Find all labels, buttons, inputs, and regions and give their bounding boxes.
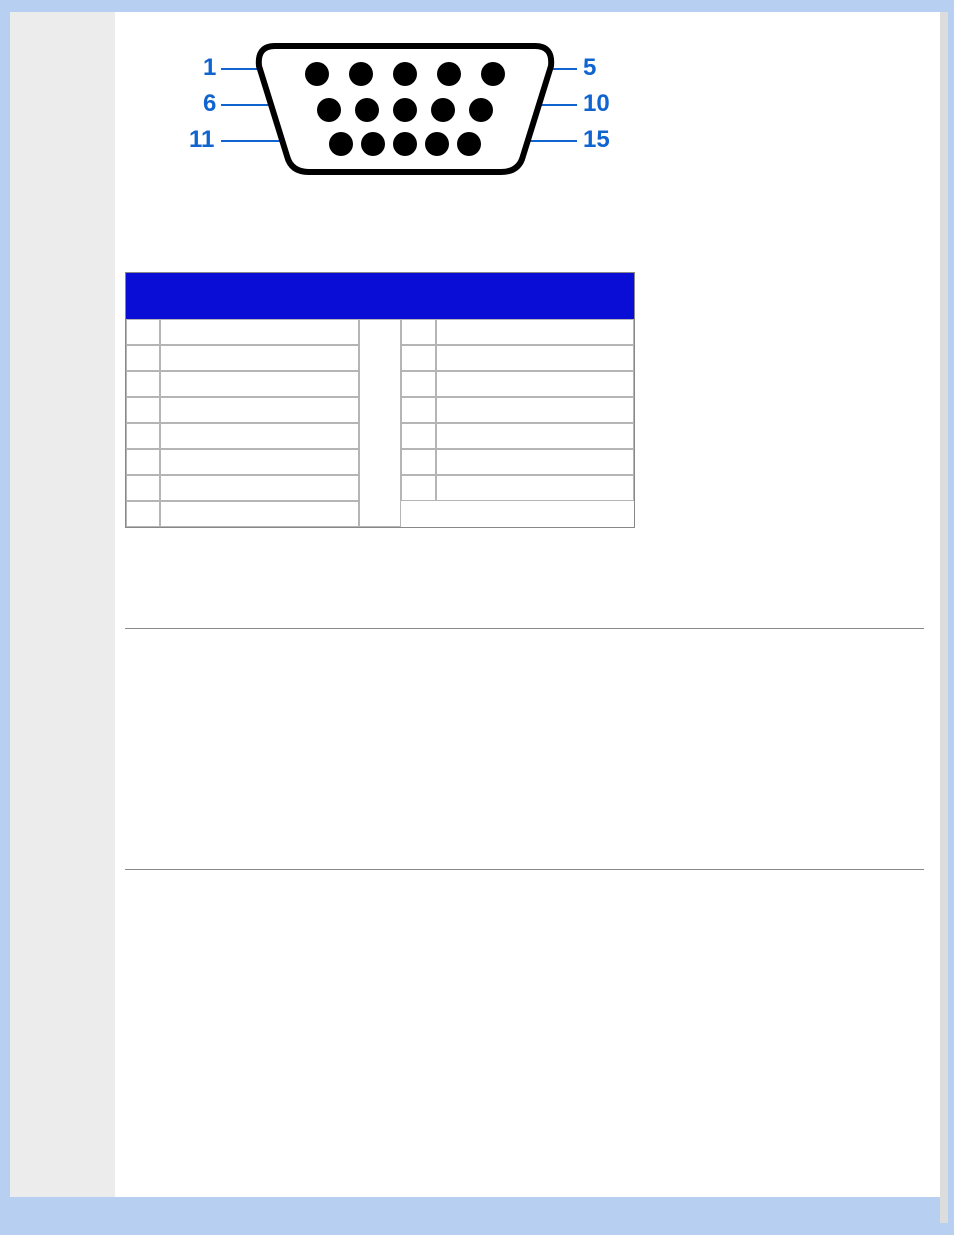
cell-pin	[126, 449, 160, 475]
cell-sig	[160, 319, 358, 345]
cell-sig	[160, 475, 358, 501]
cell-pin2	[401, 371, 435, 397]
cell-sig	[160, 501, 358, 527]
pin-label-5: 5	[583, 54, 596, 82]
left-margin	[10, 12, 115, 1197]
cell-sig	[160, 449, 358, 475]
header-signal	[160, 273, 358, 319]
cell-pin2	[401, 449, 435, 475]
cell-sig2	[436, 475, 634, 501]
table-header-row	[126, 273, 634, 319]
document-sheet: 1 6 11 5 10 15	[10, 12, 944, 1197]
pin-label-10: 10	[583, 90, 610, 118]
cell-sig2	[436, 449, 634, 475]
pin-label-15: 15	[583, 126, 610, 154]
cell-pin	[126, 345, 160, 371]
cell-sig2	[436, 371, 634, 397]
cell-pin	[126, 319, 160, 345]
header-signal2	[436, 273, 634, 319]
cell-pin	[126, 501, 160, 527]
cell-pin2	[401, 345, 435, 371]
section-divider	[125, 869, 924, 870]
header-pin	[126, 273, 160, 319]
section-divider	[125, 628, 924, 629]
scrollbar-track[interactable]	[940, 12, 948, 1223]
content-area: 1 6 11 5 10 15	[115, 12, 944, 1197]
cell-pin2	[401, 397, 435, 423]
cell-sig	[160, 397, 358, 423]
cell-empty	[401, 501, 634, 527]
table-separator	[359, 319, 402, 527]
cell-pin	[126, 423, 160, 449]
cell-sig2	[436, 397, 634, 423]
connector-body	[255, 38, 555, 178]
cell-sig	[160, 345, 358, 371]
header-sep	[359, 273, 402, 319]
db15-connector-icon	[255, 38, 555, 178]
cell-pin	[126, 371, 160, 397]
cell-pin2	[401, 319, 435, 345]
cell-sig	[160, 423, 358, 449]
cell-pin2	[401, 423, 435, 449]
cell-sig2	[436, 319, 634, 345]
connector-diagram: 1 6 11 5 10 15	[145, 22, 685, 192]
cell-pin	[126, 397, 160, 423]
cell-sig2	[436, 345, 634, 371]
page-outer: 1 6 11 5 10 15	[0, 0, 954, 1235]
pin-signal-table	[125, 272, 635, 528]
header-pin2	[401, 273, 435, 319]
cell-sig	[160, 371, 358, 397]
pin-label-11: 11	[189, 126, 214, 154]
cell-sig2	[436, 423, 634, 449]
cell-pin2	[401, 475, 435, 501]
table-row	[126, 319, 634, 345]
pin-label-1: 1	[203, 54, 216, 82]
cell-pin	[126, 475, 160, 501]
pin-label-6: 6	[203, 90, 216, 118]
